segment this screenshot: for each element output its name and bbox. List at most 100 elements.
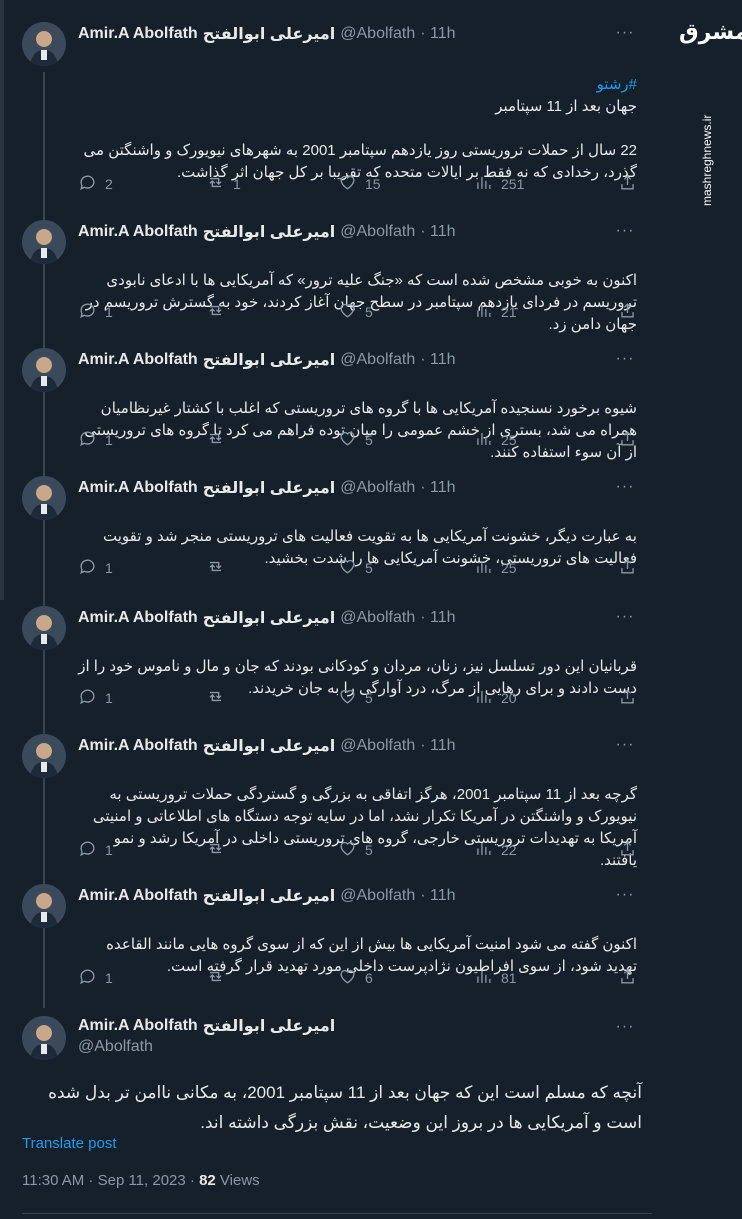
time-ago: 11h <box>430 479 456 496</box>
display-name-fa[interactable]: امیرعلی ابوالفتح <box>203 886 336 906</box>
display-name[interactable]: Amir.A Abolfath <box>78 25 198 43</box>
share-button[interactable] <box>618 688 637 708</box>
display-name-fa[interactable]: امیرعلی ابوالفتح <box>203 222 336 242</box>
avatar[interactable] <box>22 1016 66 1060</box>
avatar[interactable] <box>22 734 66 778</box>
reply-button[interactable]: 1 <box>78 688 113 708</box>
more-options-icon[interactable]: ··· <box>616 222 634 240</box>
like-button[interactable]: 5 <box>338 840 373 860</box>
display-name-fa[interactable]: امیرعلی ابوالفتح <box>203 736 336 756</box>
views-button[interactable]: 81 <box>474 968 517 988</box>
handle[interactable]: @Abolfath <box>340 887 415 905</box>
timestamp[interactable]: · 11h <box>420 479 455 497</box>
more-options-icon[interactable]: ··· <box>616 886 634 904</box>
views-count: 20 <box>501 690 517 706</box>
views-button[interactable]: 20 <box>474 688 517 708</box>
timestamp[interactable]: 11:30 AM · Sep 11, 2023 · <box>22 1172 199 1189</box>
more-options-icon[interactable]: ··· <box>616 608 634 626</box>
avatar[interactable] <box>22 476 66 520</box>
divider <box>22 1213 652 1214</box>
avatar[interactable] <box>22 220 66 264</box>
retweet-button[interactable] <box>206 688 233 708</box>
display-name-fa[interactable]: امیرعلی ابوالفتح <box>203 1016 336 1036</box>
handle[interactable]: @Abolfath <box>340 609 415 627</box>
thread-connector <box>43 72 45 1008</box>
like-button[interactable]: 5 <box>338 688 373 708</box>
avatar[interactable] <box>22 606 66 650</box>
share-icon <box>618 557 637 579</box>
more-options-icon[interactable]: ··· <box>616 1018 634 1036</box>
hashtag-link[interactable]: #رشتو <box>78 74 637 96</box>
display-name[interactable]: Amir.A Abolfath <box>78 351 198 369</box>
translate-link[interactable]: Translate post <box>22 1135 117 1152</box>
timestamp[interactable]: · 11h <box>420 737 455 755</box>
like-button[interactable]: 5 <box>338 302 373 322</box>
views-button[interactable]: 21 <box>474 302 517 322</box>
views-button[interactable]: 22 <box>474 840 517 860</box>
avatar[interactable] <box>22 22 66 66</box>
display-name[interactable]: Amir.A Abolfath <box>78 887 198 905</box>
tweet-header: Amir.A Abolfath امیرعلی ابوالفتح <box>78 1016 632 1036</box>
more-options-icon[interactable]: ··· <box>616 478 634 496</box>
scrollbar-thumb[interactable] <box>0 0 4 600</box>
timestamp[interactable]: · 11h <box>420 223 455 241</box>
reply-button[interactable]: 2 <box>78 174 113 194</box>
share-button[interactable] <box>618 840 637 860</box>
handle[interactable]: @Abolfath <box>340 25 415 43</box>
display-name-fa[interactable]: امیرعلی ابوالفتح <box>203 478 336 498</box>
display-name-fa[interactable]: امیرعلی ابوالفتح <box>203 608 336 628</box>
retweet-button[interactable] <box>206 840 233 860</box>
handle[interactable]: @Abolfath <box>340 351 415 369</box>
views-button[interactable]: 25 <box>474 558 517 578</box>
display-name[interactable]: Amir.A Abolfath <box>78 1017 198 1035</box>
display-name[interactable]: Amir.A Abolfath <box>78 223 198 241</box>
timestamp[interactable]: · 11h <box>420 887 455 905</box>
handle[interactable]: @Abolfath <box>78 1038 153 1056</box>
like-button[interactable]: 5 <box>338 558 373 578</box>
retweet-icon <box>206 173 225 195</box>
retweet-button[interactable] <box>206 558 233 578</box>
share-button[interactable] <box>618 302 637 322</box>
handle[interactable]: @Abolfath <box>340 479 415 497</box>
views-icon <box>474 967 493 989</box>
share-button[interactable] <box>618 558 637 578</box>
reply-button[interactable]: 1 <box>78 968 113 988</box>
retweet-button[interactable]: 1 <box>206 174 241 194</box>
like-count: 15 <box>365 176 381 192</box>
more-options-icon[interactable]: ··· <box>616 24 634 42</box>
views-icon <box>474 173 493 195</box>
share-button[interactable] <box>618 174 637 194</box>
timestamp[interactable]: · 11h <box>420 25 455 43</box>
display-name-fa[interactable]: امیرعلی ابوالفتح <box>203 24 336 44</box>
retweet-button[interactable] <box>206 302 233 322</box>
display-name[interactable]: Amir.A Abolfath <box>78 609 198 627</box>
more-options-icon[interactable]: ··· <box>616 350 634 368</box>
retweet-button[interactable] <box>206 430 233 450</box>
reply-button[interactable]: 1 <box>78 558 113 578</box>
like-button[interactable]: 5 <box>338 430 373 450</box>
timestamp[interactable]: · 11h <box>420 609 455 627</box>
reply-button[interactable]: 1 <box>78 430 113 450</box>
reply-icon <box>78 557 97 579</box>
display-name-fa[interactable]: امیرعلی ابوالفتح <box>203 350 336 370</box>
like-button[interactable]: 15 <box>338 174 381 194</box>
views-button[interactable]: 25 <box>474 430 517 450</box>
views-count: 21 <box>501 304 517 320</box>
reply-button[interactable]: 1 <box>78 840 113 860</box>
avatar[interactable] <box>22 348 66 392</box>
tweet-header: Amir.A Abolfath امیرعلی ابوالفتح @Abolfa… <box>78 24 632 44</box>
scrollbar[interactable] <box>0 0 4 1219</box>
reply-button[interactable]: 1 <box>78 302 113 322</box>
like-button[interactable]: 6 <box>338 968 373 988</box>
handle[interactable]: @Abolfath <box>340 223 415 241</box>
share-button[interactable] <box>618 430 637 450</box>
avatar[interactable] <box>22 884 66 928</box>
timestamp[interactable]: · 11h <box>420 351 455 369</box>
views-button[interactable]: 251 <box>474 174 524 194</box>
display-name[interactable]: Amir.A Abolfath <box>78 737 198 755</box>
display-name[interactable]: Amir.A Abolfath <box>78 479 198 497</box>
retweet-button[interactable] <box>206 968 233 988</box>
share-button[interactable] <box>618 968 637 988</box>
more-options-icon[interactable]: ··· <box>616 736 634 754</box>
handle[interactable]: @Abolfath <box>340 737 415 755</box>
